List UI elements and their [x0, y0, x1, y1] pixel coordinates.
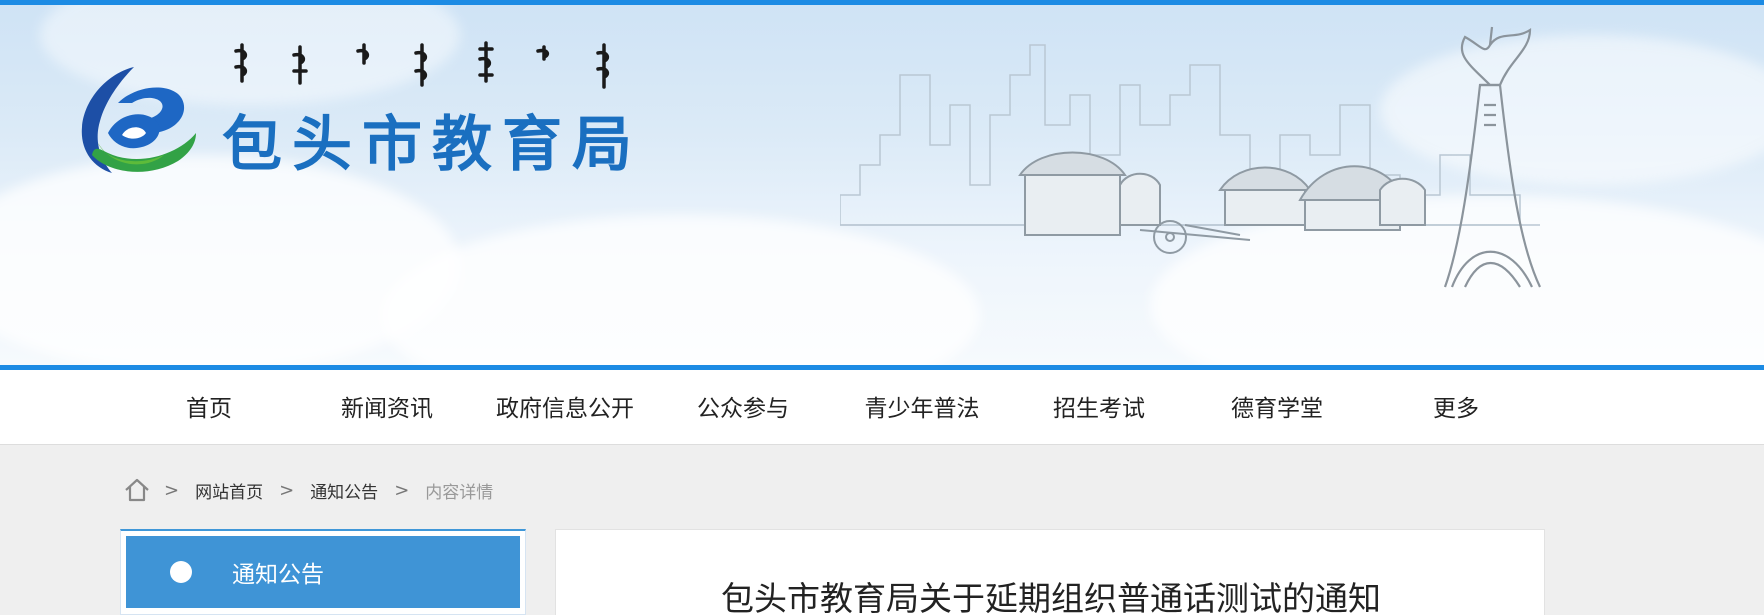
mongolian-script-title-icon	[234, 41, 610, 89]
breadcrumb-notices[interactable]: 通知公告	[310, 478, 378, 503]
nav-item-gov-info[interactable]: 政府信息公开	[486, 370, 644, 445]
nav-item-admissions[interactable]: 招生考试	[1044, 370, 1154, 445]
nav-item-public-participation[interactable]: 公众参与	[688, 370, 798, 445]
nav-item-home[interactable]: 首页	[166, 370, 252, 445]
breadcrumb-separator: >	[279, 479, 295, 501]
article-title: 包头市教育局关于延期组织普通话测试的通知	[721, 579, 1381, 615]
nav-item-youth-law[interactable]: 青少年普法	[854, 370, 990, 445]
city-skyline-illustration	[840, 26, 1541, 288]
sidebar: 通知公告	[120, 529, 526, 615]
site-title: 包头市教育局	[222, 110, 642, 180]
article-panel: 包头市教育局关于延期组织普通话测试的通知	[555, 529, 1545, 615]
bullet-dot-icon	[170, 561, 192, 583]
breadcrumb: > 网站首页 > 通知公告 > 内容详情	[124, 474, 493, 506]
sidebar-item-label: 通知公告	[232, 562, 324, 588]
sidebar-item-notices[interactable]: 通知公告	[126, 536, 520, 608]
home-icon[interactable]	[124, 477, 150, 503]
nav-item-moral-education[interactable]: 德育学堂	[1222, 370, 1332, 445]
nav-item-more[interactable]: 更多	[1418, 370, 1494, 445]
education-bureau-logo-icon	[81, 67, 196, 173]
main-nav: 首页 新闻资讯 政府信息公开 公众参与 青少年普法 招生考试 德育学堂 更多	[0, 370, 1764, 445]
header-banner: 包头市教育局	[0, 5, 1764, 367]
breadcrumb-separator: >	[164, 479, 180, 501]
nav-item-news[interactable]: 新闻资讯	[330, 370, 444, 445]
breadcrumb-site-home[interactable]: 网站首页	[195, 478, 263, 503]
breadcrumb-current: 内容详情	[425, 482, 494, 503]
breadcrumb-separator: >	[394, 479, 410, 501]
